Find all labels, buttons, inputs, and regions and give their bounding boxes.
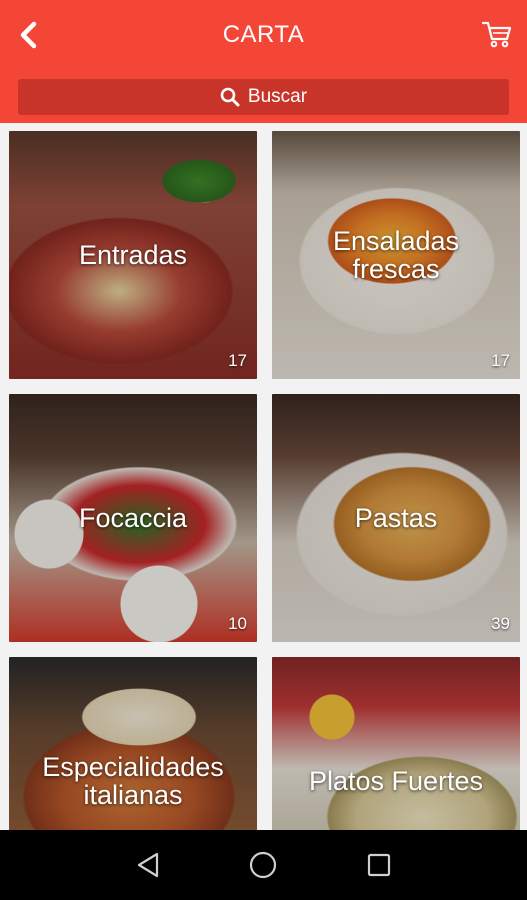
system-back-button[interactable] [128,845,168,885]
category-name: Entradas [78,240,188,270]
category-count: 10 [228,614,247,633]
cart-button[interactable] [479,16,515,52]
category-name: Pastas [354,503,438,533]
app-bar: CARTA [0,0,527,70]
system-home-button[interactable] [243,845,283,885]
search-bar: Buscar [0,70,527,123]
search-button[interactable]: Buscar [18,79,509,115]
category-count: 17 [491,351,510,370]
system-recents-button[interactable] [359,845,399,885]
page-title: CARTA [222,21,305,48]
search-label: Buscar [247,86,308,107]
category-name: Platos Fuertes [308,766,484,796]
category-tile-entradas[interactable]: Entradas 17 [9,131,257,379]
square-recents-icon [368,853,391,877]
category-tile-especialidades-italianas[interactable]: Especialidades italianas [9,657,257,830]
circle-home-icon [250,851,277,879]
category-tile-pastas[interactable]: Pastas 39 [272,394,520,642]
category-grid: Entradas 17 Ensaladas frescas 17 Focacci… [0,123,527,830]
triangle-back-icon [137,852,158,878]
system-nav-bar [0,830,527,900]
category-tile-focaccia[interactable]: Focaccia 10 [9,394,257,642]
back-button[interactable] [12,17,44,53]
category-name: Especialidades italianas [42,752,224,810]
category-count: 17 [228,351,247,370]
chevron-left-icon [20,21,37,49]
category-count: 39 [491,614,510,633]
shopping-cart-icon [481,21,512,48]
category-name: Ensaladas frescas [332,226,460,284]
search-icon [220,87,240,107]
category-tile-platos-fuertes[interactable]: Platos Fuertes [272,657,520,830]
category-tile-ensaladas-frescas[interactable]: Ensaladas frescas 17 [272,131,520,379]
category-name: Focaccia [78,503,188,533]
